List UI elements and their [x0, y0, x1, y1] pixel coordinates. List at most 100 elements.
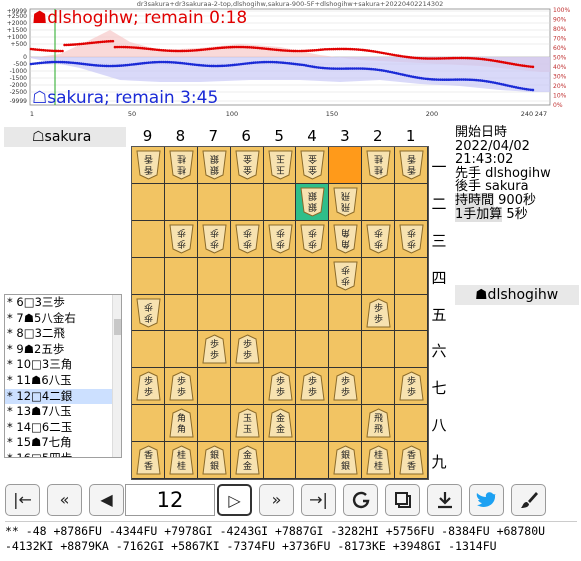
move-list-item[interactable]: * 14□6二玉: [5, 420, 121, 436]
board-square[interactable]: [197, 405, 231, 443]
sente-piece[interactable]: 歩歩: [399, 371, 424, 401]
board-square[interactable]: 角角: [329, 220, 363, 258]
board-square[interactable]: [132, 220, 165, 258]
move-list-item[interactable]: * 8□3二飛: [5, 326, 121, 342]
board-square[interactable]: [395, 257, 428, 295]
sente-piece[interactable]: 歩歩: [300, 371, 326, 401]
board-square[interactable]: 歩歩: [329, 257, 363, 295]
board-square[interactable]: 金金: [263, 405, 297, 443]
last-move-button[interactable]: →|: [301, 484, 336, 516]
board-square[interactable]: [132, 183, 165, 221]
move-list[interactable]: * 6□3三歩 * 7☗5八金右 * 8□3二飛 * 9☗2五歩 * 10□3三角 * 1…: [4, 294, 122, 458]
board-square[interactable]: 歩歩: [197, 220, 231, 258]
board-square[interactable]: [296, 405, 330, 443]
board-square[interactable]: 桂桂: [164, 147, 198, 184]
board-square[interactable]: [230, 257, 264, 295]
sente-piece[interactable]: 歩歩: [267, 371, 293, 401]
board-square[interactable]: [395, 294, 428, 332]
board-square[interactable]: 歩歩: [263, 220, 297, 258]
move-list-item[interactable]: * 7☗5八金右: [5, 311, 121, 327]
board-square[interactable]: 歩歩: [132, 368, 165, 406]
sente-piece[interactable]: 桂桂: [366, 445, 391, 475]
board-square[interactable]: [296, 442, 330, 479]
board-square[interactable]: [296, 257, 330, 295]
board-square[interactable]: 桂桂: [164, 442, 198, 479]
gote-piece[interactable]: 香香: [136, 150, 161, 180]
board-square[interactable]: [132, 405, 165, 443]
board-square[interactable]: [395, 331, 428, 369]
board-square[interactable]: 歩歩: [132, 294, 165, 332]
back-ten-button[interactable]: «: [47, 484, 82, 516]
sente-piece[interactable]: 香香: [399, 445, 424, 475]
sente-piece[interactable]: 銀銀: [202, 445, 227, 475]
gote-piece[interactable]: 歩歩: [267, 224, 293, 254]
board-square[interactable]: 桂桂: [362, 147, 396, 184]
board-square[interactable]: 歩歩: [230, 331, 264, 369]
board-square[interactable]: [197, 294, 231, 332]
reload-icon[interactable]: [343, 484, 378, 516]
gote-piece[interactable]: 金金: [300, 150, 326, 180]
move-list-scrollbar[interactable]: [112, 295, 121, 457]
board-square[interactable]: 歩歩: [263, 368, 297, 406]
board-square[interactable]: [362, 183, 396, 221]
forward-ten-button[interactable]: »: [259, 484, 294, 516]
board-square[interactable]: [263, 294, 297, 332]
board-square[interactable]: [263, 183, 297, 221]
sente-piece[interactable]: 角角: [169, 408, 194, 438]
back-one-button[interactable]: ◀: [89, 484, 124, 516]
board-square[interactable]: [263, 442, 297, 479]
board-square[interactable]: 銀銀: [197, 147, 231, 184]
board-square[interactable]: [296, 294, 330, 332]
sente-piece[interactable]: 歩歩: [136, 371, 161, 401]
board-square[interactable]: [263, 257, 297, 295]
move-list-scroll-thumb[interactable]: [114, 319, 121, 335]
gote-piece[interactable]: 歩歩: [136, 298, 161, 328]
board-square[interactable]: 歩歩: [362, 294, 396, 332]
board-square[interactable]: 香香: [395, 442, 428, 479]
board-square[interactable]: [296, 331, 330, 369]
board-square[interactable]: 銀銀: [329, 442, 363, 479]
board-square[interactable]: 玉玉: [230, 405, 264, 443]
board-square[interactable]: 歩歩: [197, 331, 231, 369]
board-square[interactable]: [395, 405, 428, 443]
board-square[interactable]: [362, 331, 396, 369]
copy-icon[interactable]: [385, 484, 420, 516]
board-square[interactable]: [263, 331, 297, 369]
gote-piece[interactable]: 桂桂: [169, 150, 194, 180]
gote-piece[interactable]: 歩歩: [399, 224, 424, 254]
gote-piece[interactable]: 歩歩: [202, 224, 227, 254]
board-square[interactable]: 歩歩: [164, 368, 198, 406]
board-square[interactable]: 金金: [230, 442, 264, 479]
board-square[interactable]: [362, 257, 396, 295]
board-square[interactable]: [132, 331, 165, 369]
board-square[interactable]: [164, 257, 198, 295]
move-list-item[interactable]: * 9☗2五歩: [5, 342, 121, 358]
gote-piece[interactable]: 歩歩: [366, 224, 391, 254]
board-square[interactable]: 飛飛: [329, 183, 363, 221]
board-square[interactable]: [197, 368, 231, 406]
gote-piece[interactable]: 銀銀: [202, 150, 227, 180]
board-square[interactable]: [329, 147, 363, 184]
sente-piece[interactable]: 桂桂: [169, 445, 194, 475]
board-square[interactable]: 飛飛: [362, 405, 396, 443]
gote-piece[interactable]: 歩歩: [169, 224, 194, 254]
board-square[interactable]: 歩歩: [395, 220, 428, 258]
board-square[interactable]: 香香: [395, 147, 428, 184]
sente-piece[interactable]: 飛飛: [366, 408, 391, 438]
board-square[interactable]: 銀銀: [296, 183, 330, 221]
brush-icon[interactable]: [511, 484, 546, 516]
sente-piece[interactable]: 歩歩: [333, 371, 358, 401]
move-list-item[interactable]: * 12□4二銀: [5, 388, 121, 405]
move-number-field[interactable]: 12: [125, 484, 215, 516]
board-square[interactable]: [329, 331, 363, 369]
board-square[interactable]: 歩歩: [395, 368, 428, 406]
board-square[interactable]: 香香: [132, 147, 165, 184]
board-square[interactable]: 歩歩: [296, 368, 330, 406]
gote-piece[interactable]: 玉玉: [267, 150, 293, 180]
board-square[interactable]: [230, 368, 264, 406]
sente-piece[interactable]: 銀銀: [333, 445, 358, 475]
first-move-button[interactable]: |←: [5, 484, 40, 516]
forward-one-button[interactable]: ▷: [217, 484, 252, 516]
sente-piece[interactable]: 歩歩: [366, 297, 391, 328]
board-square[interactable]: 歩歩: [296, 220, 330, 258]
